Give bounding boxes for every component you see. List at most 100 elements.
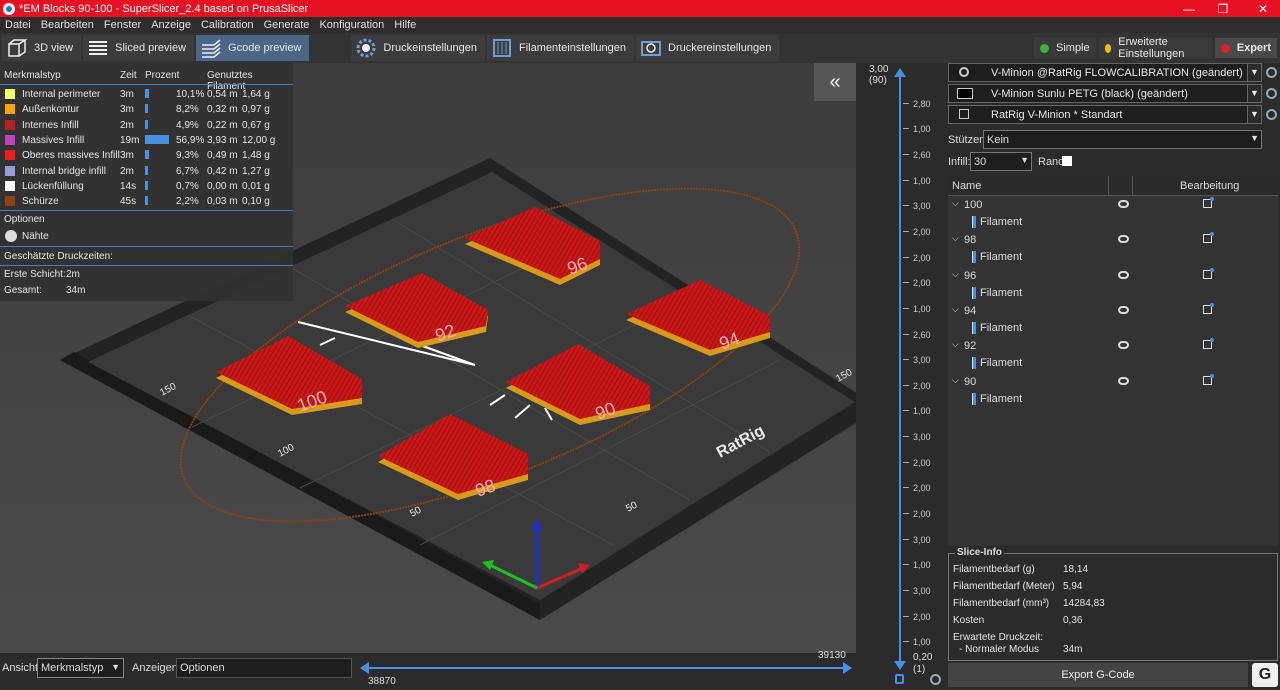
menu-datei[interactable]: Datei [0,17,36,33]
infill-combo[interactable]: 30 ▼ [970,152,1032,171]
horizontal-move-slider[interactable] [364,667,850,669]
object-row[interactable]: ⌵ 96 [950,267,1280,285]
brim-checkbox[interactable] [1062,156,1072,166]
object-child-filament[interactable]: Filament [950,355,1280,372]
object-row[interactable]: ⌵ 100 [950,197,1280,214]
edit-settings-icon[interactable] [1203,302,1214,314]
legend-color-swatch [5,104,15,115]
edit-settings-icon[interactable] [1203,338,1214,350]
extruder-icon [972,286,976,299]
visibility-eye-icon[interactable] [1118,376,1129,385]
legend-percent-bar [145,104,149,114]
tab-3d-view[interactable]: 3D view [2,35,82,61]
visibility-eye-icon[interactable] [1118,270,1129,279]
layer-tick [903,641,909,643]
legend-row[interactable]: Schürze 45s 2,2% 0,03 m 0,10 g [0,194,293,209]
object-child-filament[interactable]: Filament [950,249,1280,266]
layer-slider-track[interactable] [899,73,901,665]
tree-expand-icon[interactable]: ⌵ [952,233,959,244]
hslider-left-thumb[interactable] [360,662,369,674]
tree-expand-icon[interactable]: ⌵ [952,269,959,280]
print-profile-select[interactable]: V-Minion @RatRig FLOWCALIBRATION (geände… [948,63,1262,82]
printer-profile-select[interactable]: RatRig V-Minion * Standart ▼ [948,105,1262,124]
extruder-icon [972,251,976,264]
object-child-filament[interactable]: Filament [950,214,1280,231]
object-list-header: Name Bearbeitung [948,176,1278,196]
object-row[interactable]: ⌵ 92 [950,338,1280,355]
menu-generate[interactable]: Generate [259,17,315,33]
export-gcode-button[interactable]: Export G-Code [948,663,1248,687]
filament-profile-gear-icon[interactable] [1266,88,1277,99]
layer-tick [903,590,909,592]
mode-expert-button[interactable]: Expert [1214,38,1277,58]
object-child-filament[interactable]: Filament [950,320,1280,337]
tab-filamenteinstellungen[interactable]: Filamenteinstellungen [486,35,634,61]
tree-expand-icon[interactable]: ⌵ [952,198,959,209]
tree-expand-icon[interactable]: ⌵ [952,375,959,386]
slider-settings-gear-icon[interactable] [930,674,941,685]
menu-anzeige[interactable]: Anzeige [146,17,196,33]
object-row[interactable]: ⌵ 90 [950,373,1280,391]
hslider-right-thumb[interactable] [843,662,852,674]
visibility-eye-icon[interactable] [1118,341,1129,350]
tree-expand-icon[interactable]: ⌵ [952,304,959,315]
layer-tick-label: 1,00 [913,637,931,648]
filament-color-swatch[interactable] [957,88,973,99]
minimize-button[interactable]: — [1172,0,1206,17]
supports-select[interactable]: Kein ▼ [983,130,1262,149]
object-child-filament[interactable]: Filament [950,285,1280,302]
menu-calibration[interactable]: Calibration [196,17,259,33]
filament-profile-select[interactable]: V-Minion Sunlu PETG (black) (geändert) ▼ [948,84,1262,103]
close-button[interactable]: ✕ [1246,0,1280,17]
layer-tick [903,487,909,489]
chevron-down-icon: ▼ [1020,155,1029,165]
menu-konfiguration[interactable]: Konfiguration [314,17,389,33]
visibility-eye-icon[interactable] [1118,305,1129,314]
visibility-eye-icon[interactable] [1118,200,1129,208]
tree-expand-icon[interactable]: ⌵ [952,339,959,350]
layer-tick-label: 1,00 [913,175,931,186]
legend-row[interactable]: Oberes massives Infill 3m 9,3% 0,49 m 1,48 g [0,148,293,163]
object-row[interactable]: ⌵ 98 [950,232,1280,249]
collapse-sidebar-button[interactable]: « [814,63,856,101]
show-options-select[interactable]: Optionen [176,658,352,678]
tab-druckereinstellungen[interactable]: Druckereinstellungen [636,35,780,61]
menu-bearbeiten[interactable]: Bearbeiten [36,17,99,33]
legend-row[interactable]: Massives Infill 19m 56,9% 3,93 m 12,00 g [0,133,293,148]
red-dot-icon [1220,43,1230,53]
legend-seams-toggle[interactable]: Nähte [0,229,293,244]
legend-row[interactable]: Außenkontur 3m 8,2% 0,32 m 0,97 g [0,102,293,117]
visibility-eye-icon[interactable] [1118,235,1129,244]
edit-settings-icon[interactable] [1203,232,1214,244]
mode-advanced-button[interactable]: Erweiterte Einstellungen [1098,36,1212,60]
view-type-select[interactable]: Merkmalstyp ▼ [37,658,124,678]
legend-row[interactable]: Internal bridge infill 2m 6,7% 0,42 m 1,27 g [0,164,293,179]
legend-color-swatch [5,89,15,99]
menu-fenster[interactable]: Fenster [99,17,146,33]
legend-row[interactable]: Lückenfüllung 14s 0,7% 0,00 m 0,01 g [0,179,293,194]
layer-slider-top-thumb[interactable] [894,68,906,77]
layer-tick-label: 2,00 [913,483,931,494]
legend-row[interactable]: Internal perimeter 3m 10,1% 0,54 m 1,64 g [0,87,293,102]
layer-slider-bottom-thumb[interactable] [894,661,906,670]
tab-sliced-preview[interactable]: Sliced preview [83,35,195,61]
print-profile-gear-icon[interactable] [1266,67,1277,78]
lock-icon[interactable] [895,674,904,684]
gcode-viewer-icon[interactable]: G [1252,663,1278,687]
layer-bottom-height: 0,20 [913,652,933,663]
menu-hilfe[interactable]: Hilfe [389,17,421,33]
legend-color-swatch [5,150,15,161]
layer-tick-label: 2,00 [913,509,931,520]
object-row[interactable]: ⌵ 94 [950,302,1280,320]
edit-settings-icon[interactable] [1203,373,1214,385]
mode-simple-button[interactable]: Simple [1034,38,1096,58]
object-child-filament[interactable]: Filament [950,391,1280,408]
legend-est-times: Geschätzte Druckzeiten: [4,251,113,262]
edit-settings-icon[interactable] [1203,197,1214,208]
edit-settings-icon[interactable] [1203,267,1214,279]
legend-row[interactable]: Internes Infill 2m 4,9% 0,22 m 0,67 g [0,118,293,133]
tab-druckeinstellungen[interactable]: Druckeinstellungen [351,35,485,61]
printer-profile-gear-icon[interactable] [1266,109,1277,120]
tab-gcode-preview[interactable]: Gcode preview [196,35,310,61]
maximize-button[interactable]: ❐ [1206,0,1240,17]
